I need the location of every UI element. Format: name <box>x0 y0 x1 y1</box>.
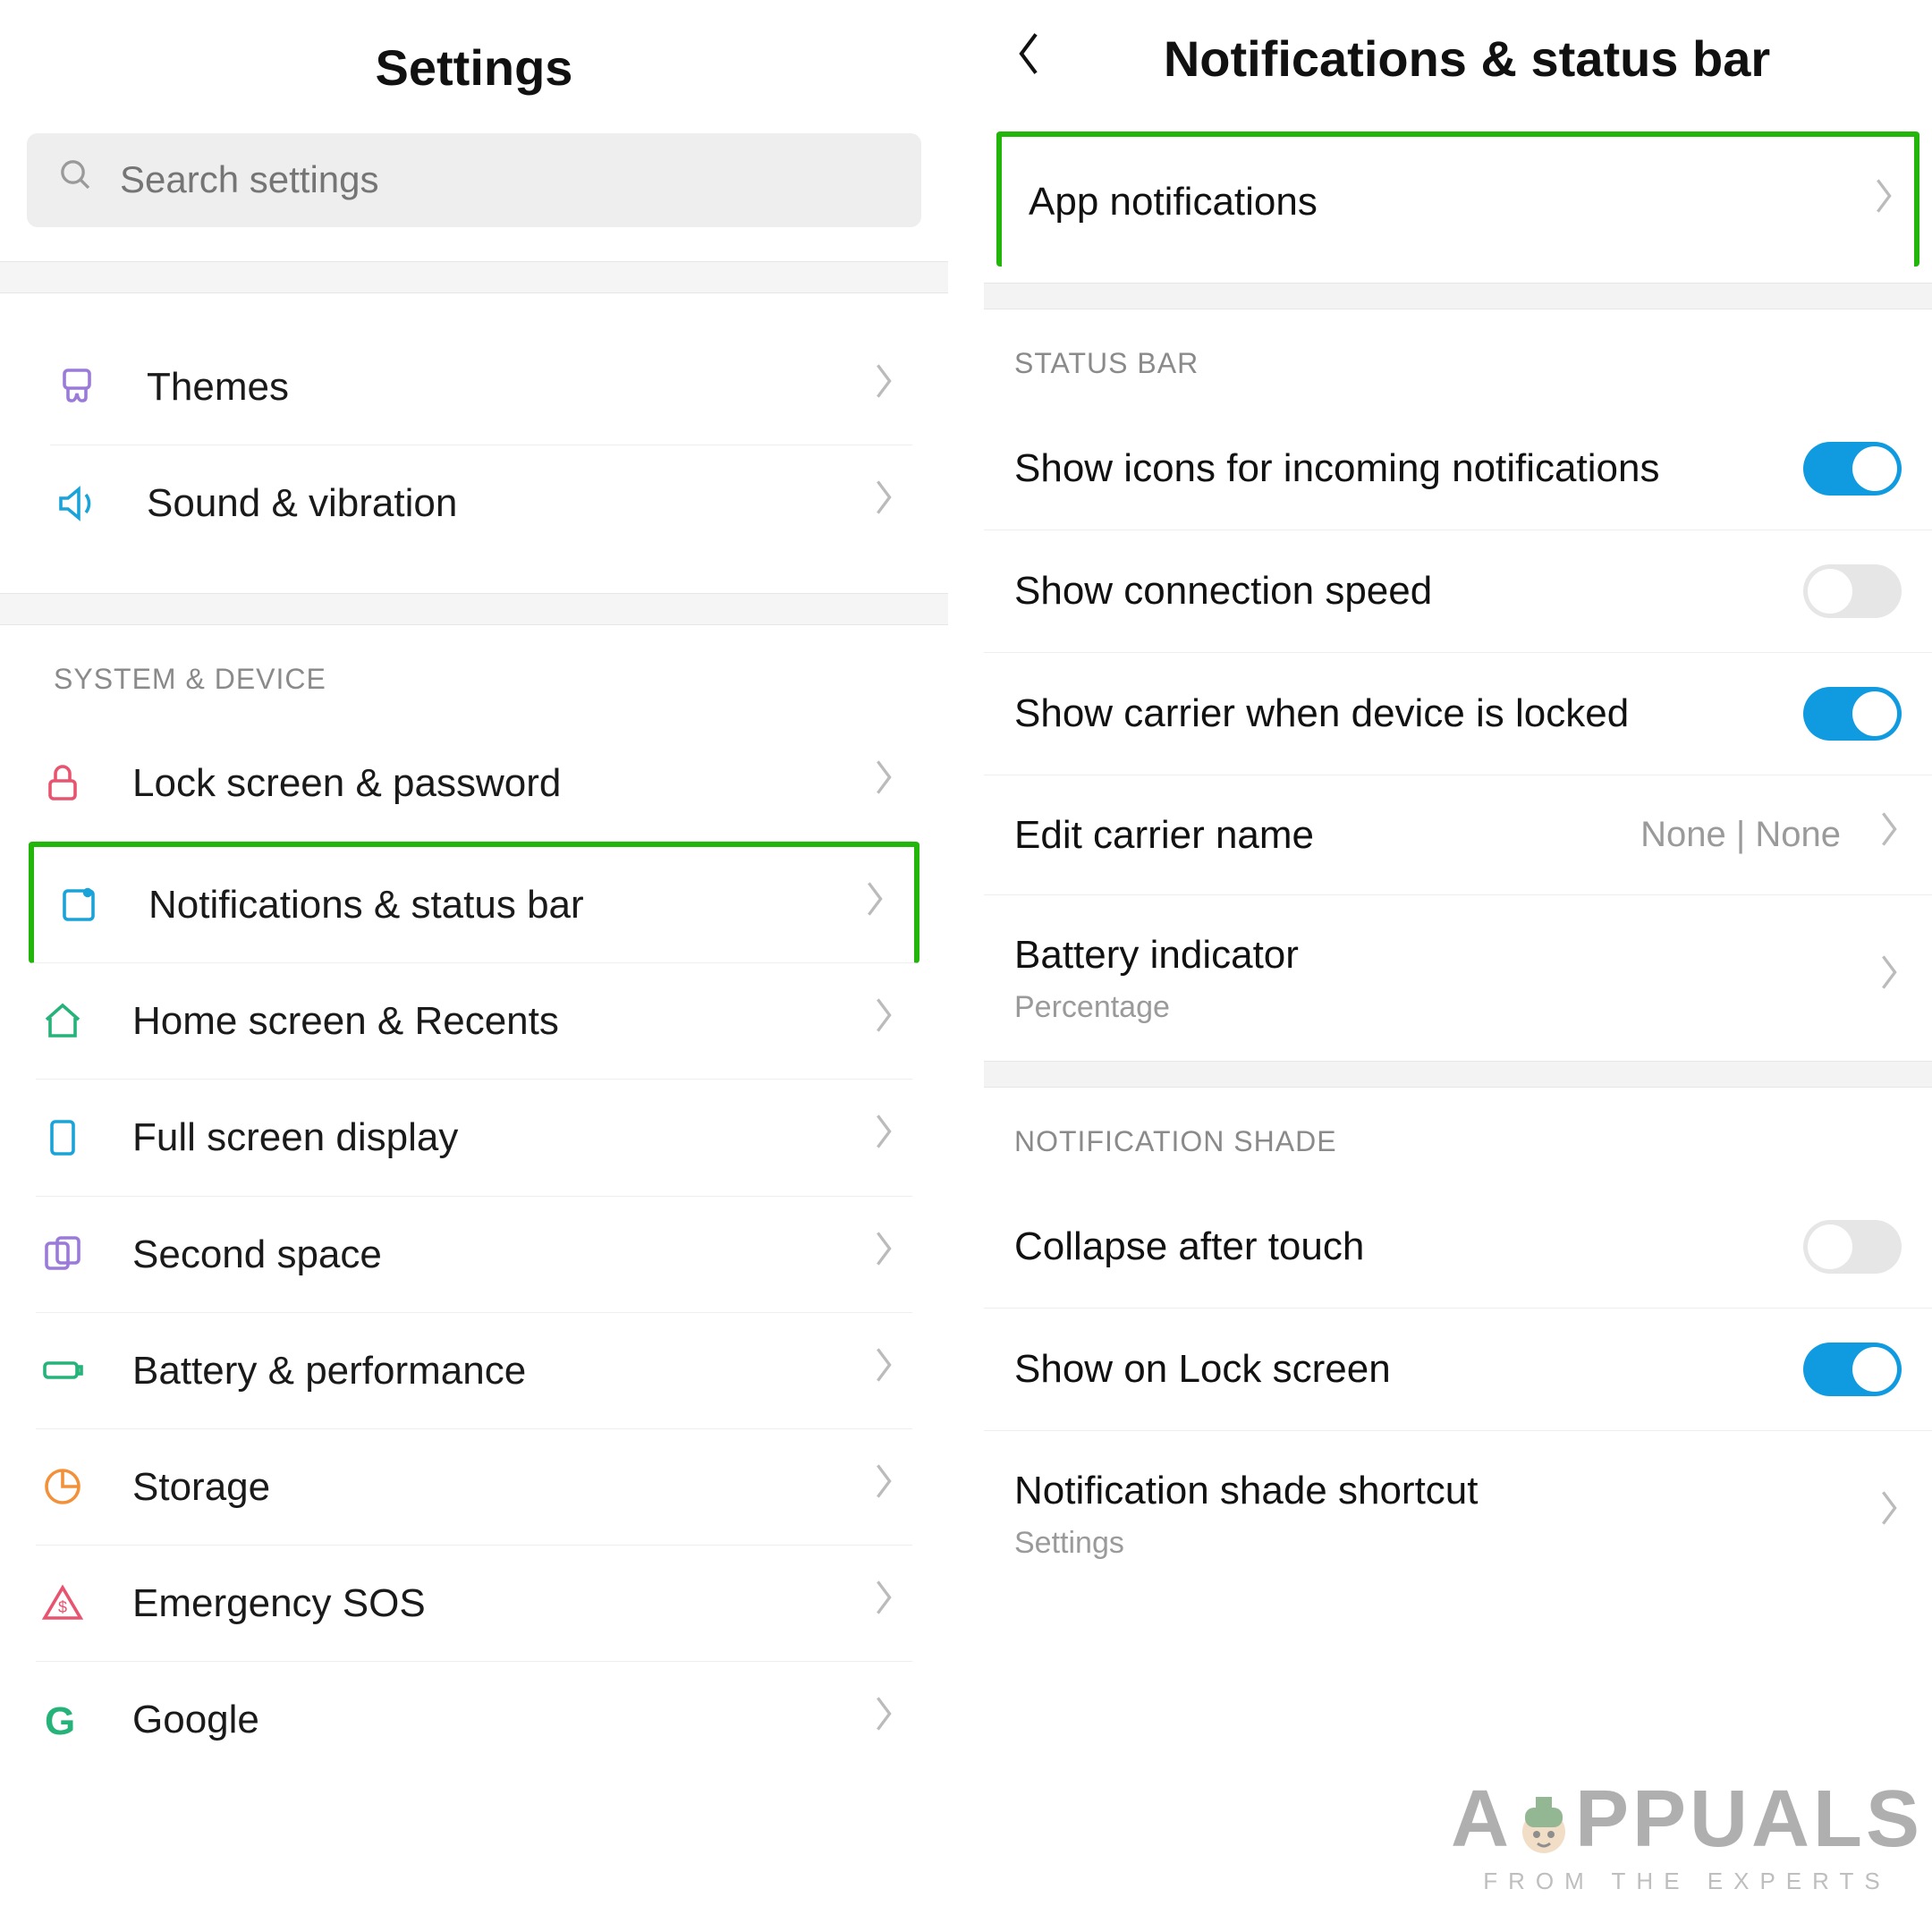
settings-row-fullscreen[interactable]: Full screen display <box>36 1080 912 1196</box>
row-collapse[interactable]: Collapse after touch <box>984 1186 1932 1309</box>
warning-icon: $ <box>36 1582 89 1625</box>
row-label: Second space <box>132 1229 828 1280</box>
row-title: Show on Lock screen <box>1014 1343 1782 1394</box>
row-label: Full screen display <box>132 1112 828 1163</box>
watermark: A PPUALS FROM THE EXPERTS <box>1451 1767 1923 1897</box>
row-label: Home screen & Recents <box>132 995 828 1046</box>
row-show-icons[interactable]: Show icons for incoming notifications <box>984 408 1932 530</box>
chevron-right-icon <box>871 361 912 412</box>
chevron-right-icon <box>871 1112 912 1163</box>
svg-text:$: $ <box>58 1598 67 1616</box>
row-title: App notifications <box>1029 176 1835 227</box>
row-show-speed[interactable]: Show connection speed <box>984 530 1932 653</box>
sound-icon <box>50 482 104 525</box>
watermark-text: PPUALS <box>1575 1767 1923 1872</box>
toggle-show-speed[interactable] <box>1803 564 1902 618</box>
row-label: Themes <box>147 361 828 412</box>
settings-row-themes[interactable]: Themes <box>50 329 912 445</box>
home-icon <box>36 1000 89 1043</box>
row-label: Battery & performance <box>132 1345 828 1396</box>
chevron-right-icon <box>871 478 912 529</box>
row-edit-carrier[interactable]: Edit carrier name None | None <box>984 775 1932 895</box>
row-subtitle: Percentage <box>1014 987 1841 1027</box>
settings-row-google[interactable]: G Google <box>36 1662 912 1777</box>
row-label: Emergency SOS <box>132 1578 828 1629</box>
chevron-right-icon <box>1857 176 1896 227</box>
notifications-pane: Notifications & status bar App notificat… <box>984 0 1932 1906</box>
chevron-right-icon <box>871 1345 912 1396</box>
mascot-icon <box>1513 1792 1575 1872</box>
chevron-right-icon <box>1862 953 1902 1004</box>
row-title: Battery indicator <box>1014 929 1841 980</box>
chevron-right-icon <box>1862 1488 1902 1539</box>
row-title: Show carrier when device is locked <box>1014 688 1782 739</box>
google-icon: G <box>36 1698 89 1741</box>
settings-row-lock-screen[interactable]: Lock screen & password <box>36 725 912 842</box>
search-icon <box>57 157 93 204</box>
section-divider <box>0 593 948 625</box>
row-show-lock[interactable]: Show on Lock screen <box>984 1309 1932 1431</box>
chevron-right-icon <box>1862 809 1902 860</box>
second-space-icon <box>36 1233 89 1275</box>
row-title: Notification shade shortcut <box>1014 1465 1841 1516</box>
section-label: NOTIFICATION SHADE <box>984 1088 1932 1186</box>
row-label: Sound & vibration <box>147 478 828 529</box>
back-button[interactable] <box>1011 30 1046 89</box>
settings-row-sound[interactable]: Sound & vibration <box>50 445 912 561</box>
settings-row-storage[interactable]: Storage <box>36 1429 912 1546</box>
settings-row-notifications[interactable]: Notifications & status bar <box>29 842 919 963</box>
row-battery-indicator[interactable]: Battery indicator Percentage <box>984 895 1932 1061</box>
toggle-show-lock[interactable] <box>1803 1343 1902 1396</box>
chevron-right-icon <box>871 1461 912 1512</box>
section-divider <box>984 1061 1932 1088</box>
settings-row-second-space[interactable]: Second space <box>36 1197 912 1313</box>
page-title: Settings <box>0 36 948 101</box>
watermark-subtitle: FROM THE EXPERTS <box>1483 1867 1890 1897</box>
search-bar[interactable] <box>27 133 921 227</box>
lock-icon <box>36 761 89 804</box>
section-divider <box>0 261 948 293</box>
settings-header: Settings <box>0 0 948 133</box>
detail-header: Notifications & status bar <box>984 0 1932 119</box>
row-label: Lock screen & password <box>132 758 828 809</box>
chevron-right-icon <box>871 758 912 809</box>
row-label: Google <box>132 1694 828 1745</box>
chevron-right-icon <box>871 995 912 1046</box>
settings-row-battery[interactable]: Battery & performance <box>36 1313 912 1429</box>
row-label: Notifications & status bar <box>148 879 819 930</box>
row-title: Edit carrier name <box>1014 809 1619 860</box>
toggle-show-carrier[interactable] <box>1803 687 1902 741</box>
toggle-collapse[interactable] <box>1803 1220 1902 1274</box>
notification-icon <box>52 884 106 927</box>
row-shade-shortcut[interactable]: Notification shade shortcut Settings <box>984 1431 1932 1597</box>
row-value: None | None <box>1640 811 1841 858</box>
display-icon <box>36 1116 89 1159</box>
row-title: Collapse after touch <box>1014 1221 1782 1272</box>
storage-icon <box>36 1465 89 1508</box>
section-divider <box>984 283 1932 309</box>
toggle-show-icons[interactable] <box>1803 442 1902 496</box>
svg-text:G: G <box>45 1699 75 1741</box>
row-subtitle: Settings <box>1014 1523 1841 1563</box>
settings-pane: Settings Themes Sound & v <box>0 0 948 1906</box>
row-label: Storage <box>132 1461 828 1512</box>
row-title: Show icons for incoming notifications <box>1014 443 1782 494</box>
row-show-carrier[interactable]: Show carrier when device is locked <box>984 653 1932 775</box>
section-label: SYSTEM & DEVICE <box>0 625 948 725</box>
search-input[interactable] <box>120 158 891 201</box>
row-app-notifications[interactable]: App notifications <box>996 131 1919 267</box>
chevron-right-icon <box>862 879 903 930</box>
chevron-right-icon <box>871 1694 912 1745</box>
section-label: STATUS BAR <box>984 309 1932 408</box>
battery-icon <box>36 1349 89 1392</box>
page-title: Notifications & status bar <box>1082 27 1905 92</box>
chevron-right-icon <box>871 1578 912 1629</box>
row-title: Show connection speed <box>1014 565 1782 616</box>
watermark-text: A <box>1451 1767 1513 1872</box>
themes-icon <box>50 365 104 408</box>
settings-row-home-screen[interactable]: Home screen & Recents <box>36 963 912 1080</box>
settings-row-sos[interactable]: $ Emergency SOS <box>36 1546 912 1662</box>
chevron-right-icon <box>871 1229 912 1280</box>
